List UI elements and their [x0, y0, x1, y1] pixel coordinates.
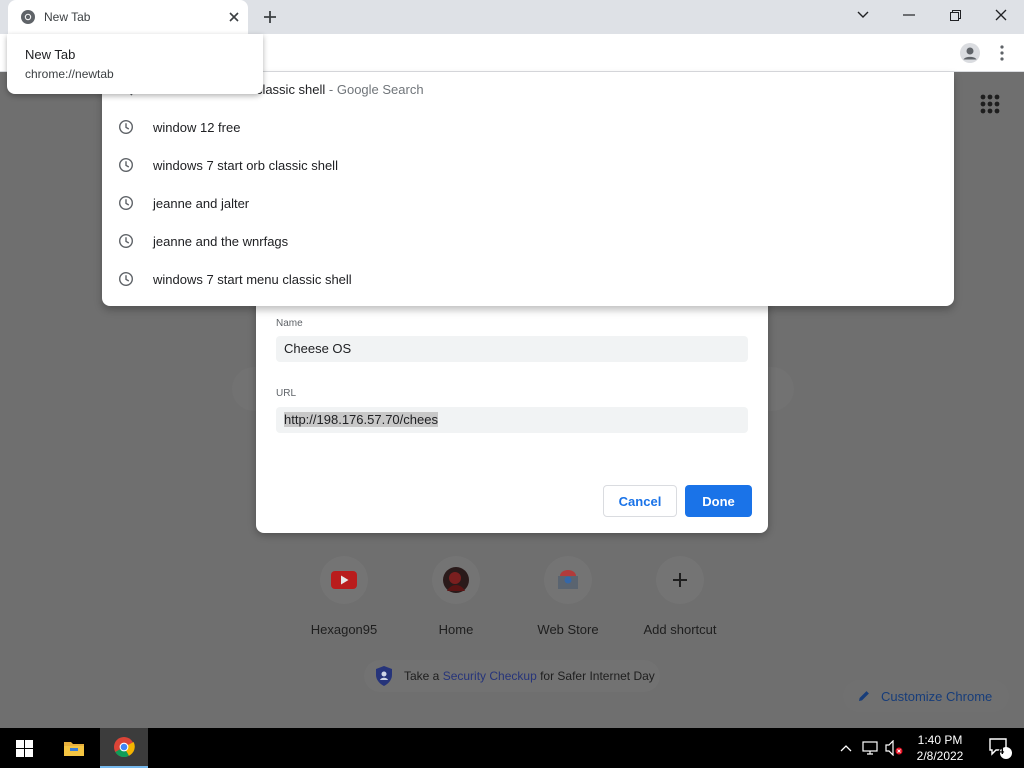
suggestion-text: windows 7 start menu classic shell	[153, 271, 352, 287]
url-label: URL	[276, 388, 297, 399]
profile-avatar-icon[interactable]	[958, 41, 982, 65]
omnibox-suggestions: r classic shell - Google Search window 1…	[102, 72, 954, 306]
windows-start-icon[interactable]	[0, 728, 48, 768]
restore-icon[interactable]	[932, 0, 978, 30]
plus-icon	[656, 556, 704, 604]
suggestion-row[interactable]: windows 7 start menu classic shell	[102, 260, 954, 298]
suggestion-text: window 12 free	[153, 119, 241, 135]
done-button[interactable]: Done	[685, 485, 752, 517]
suggestion-text: jeanne and the wnrfags	[153, 233, 289, 249]
name-value: Cheese OS	[284, 341, 352, 356]
browser-tab[interactable]: New Tab	[8, 0, 248, 34]
suggestion-text: windows 7 start orb classic shell	[153, 157, 338, 173]
close-window-icon[interactable]	[978, 0, 1024, 30]
apps-grid-icon[interactable]	[979, 93, 1001, 115]
url-field[interactable]: http://198.176.57.70/chees	[276, 407, 748, 433]
suggestion-text: r classic shell - Google Search	[248, 81, 424, 97]
history-clock-icon	[118, 195, 134, 211]
pencil-icon	[859, 691, 869, 701]
shortcut-label: Add shortcut	[643, 622, 717, 637]
tab-hover-card: New Tab chrome://newtab	[7, 34, 263, 94]
minimize-icon[interactable]	[886, 0, 932, 30]
suggestion-row[interactable]: window 12 free	[102, 108, 954, 146]
shortcut-tile[interactable]: Home	[400, 556, 512, 646]
youtube-icon	[320, 556, 368, 604]
avatar-icon	[432, 556, 480, 604]
volume-muted-icon[interactable]	[882, 728, 906, 768]
action-center-icon[interactable]: 4	[976, 728, 1024, 768]
network-icon[interactable]	[858, 728, 882, 768]
show-hidden-icons-icon[interactable]	[834, 728, 858, 768]
shortcut-label: Hexagon95	[310, 622, 378, 637]
web-store-icon	[544, 556, 592, 604]
security-checkup-link[interactable]: Security Checkup	[443, 669, 537, 683]
history-clock-icon	[118, 119, 134, 135]
shortcut-tile[interactable]: Hexagon95	[288, 556, 400, 646]
chrome-taskbar-icon[interactable]	[100, 728, 148, 768]
suggestion-text: jeanne and jalter	[153, 195, 250, 211]
file-explorer-icon[interactable]	[50, 728, 98, 768]
shield-icon	[376, 666, 392, 686]
shortcut-label: Home	[438, 622, 474, 637]
shortcut-label: Web Store	[537, 622, 599, 637]
history-clock-icon	[118, 271, 134, 287]
notification-count: 4	[997, 745, 1005, 757]
windows-taskbar: 1:40 PM 2/8/2022 4	[0, 728, 1024, 768]
security-checkup-promo[interactable]: Take a Security Checkup for Safer Intern…	[364, 660, 660, 692]
new-tab-button[interactable]	[258, 6, 282, 28]
history-clock-icon	[118, 157, 134, 173]
clock-date: 2/8/2022	[916, 749, 964, 763]
taskbar-clock[interactable]: 1:40 PM 2/8/2022	[910, 732, 970, 764]
chrome-favicon-icon	[21, 10, 35, 24]
clock-time: 1:40 PM	[917, 733, 963, 747]
history-clock-icon	[118, 233, 134, 249]
edit-shortcut-dialog: Name Cheese OS URL http://198.176.57.70/…	[256, 298, 768, 533]
suggestion-row[interactable]: jeanne and the wnrfags	[102, 222, 954, 260]
name-label: Name	[276, 318, 303, 329]
customize-chrome-button[interactable]: Customize Chrome	[843, 680, 1009, 712]
tab-title: New Tab	[44, 10, 91, 24]
checkup-prefix: Take a	[404, 669, 443, 683]
checkup-suffix: for Safer Internet Day	[536, 669, 655, 683]
shortcut-tile[interactable]: Add shortcut	[624, 556, 736, 646]
suggestion-row[interactable]: jeanne and jalter	[102, 184, 954, 222]
customize-label: Customize Chrome	[881, 688, 993, 704]
hovercard-url: chrome://newtab	[25, 67, 114, 81]
name-field[interactable]: Cheese OS	[276, 336, 748, 362]
cancel-button[interactable]: Cancel	[603, 485, 677, 517]
shortcut-tile[interactable]: Web Store	[512, 556, 624, 646]
more-menu-icon[interactable]	[992, 41, 1012, 65]
tab-search-icon[interactable]	[840, 0, 886, 30]
tab-close-icon[interactable]	[224, 7, 244, 27]
url-value: http://198.176.57.70/chees	[284, 412, 438, 427]
suggestion-row[interactable]: windows 7 start orb classic shell	[102, 146, 954, 184]
hovercard-title: New Tab	[25, 47, 76, 62]
tab-strip: New Tab	[0, 0, 1024, 34]
shortcuts-grid: Hexagon95 Home Web Store Add shortcut	[0, 556, 1024, 646]
